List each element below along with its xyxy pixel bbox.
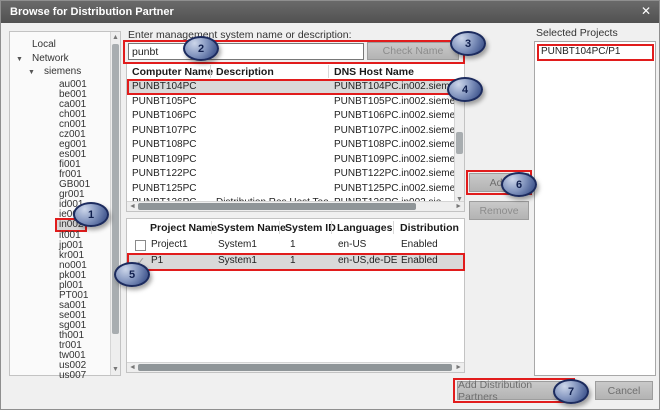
col-system-id[interactable]: System ID (285, 222, 336, 234)
computer-row[interactable]: PUNBT122PC PUNBT122PC.in002.siemens.ne (128, 167, 456, 181)
languages: en-US,de-DE (338, 254, 398, 268)
scrollbar-thumb[interactable] (138, 203, 416, 210)
management-system-label: Enter management system name or descript… (128, 29, 352, 41)
column-divider (211, 221, 212, 234)
callout-6: 6 (501, 172, 537, 197)
project-row-selected[interactable]: ✓ P1 System1 1 en-US,de-DE Enabled (128, 254, 464, 270)
col-dns-host-name[interactable]: DNS Host Name (334, 66, 414, 78)
dialog-title: Browse for Distribution Partner (1, 6, 174, 18)
computer-row[interactable]: PUNBT105PC PUNBT105PC.in002.siemens.ne (128, 95, 456, 109)
computers-horizontal-scrollbar[interactable]: ◄ ► (127, 201, 464, 211)
tree-node-network[interactable]: Network (32, 53, 69, 64)
col-system-name[interactable]: System Name (217, 222, 286, 234)
languages: en-US (338, 238, 393, 252)
computer-dns: PUNBT109PC.in002.siemens.ne (334, 153, 454, 167)
computers-table: Computer Name Description DNS Host Name … (126, 62, 465, 212)
computer-row[interactable]: PUNBT108PC PUNBT108PC.in002.siemens.ne (128, 138, 456, 152)
check-name-button[interactable]: Check Name (367, 42, 459, 60)
system-id: 1 (290, 254, 320, 268)
dialog-browse-distribution-partner: Browse for Distribution Partner ✕ Local … (0, 0, 660, 410)
tree-node-local[interactable]: Local (32, 39, 56, 50)
scroll-left-icon[interactable]: ◄ (129, 364, 136, 371)
computer-name: PUNBT108PC (132, 138, 212, 152)
computer-name: PUNBT105PC (132, 95, 212, 109)
scroll-right-icon[interactable]: ► (455, 203, 462, 210)
scrollbar-thumb[interactable] (112, 44, 119, 334)
computer-dns: PUNBT106PC.in002.siemens.ne (334, 109, 454, 123)
scroll-right-icon[interactable]: ► (455, 364, 462, 371)
computer-row[interactable]: PUNBT107PC PUNBT107PC.in002.siemens.ne (128, 124, 456, 138)
col-distribution[interactable]: Distribution (400, 222, 459, 234)
selected-project-text: PUNBT104PC/P1 (541, 45, 653, 59)
col-description[interactable]: Description (216, 66, 274, 78)
computer-dns: PUNBT122PC.in002.siemens.ne (334, 167, 454, 181)
column-divider (331, 221, 332, 234)
scrollbar-thumb[interactable] (138, 364, 452, 371)
callout-5: 5 (114, 262, 150, 287)
selected-project-item[interactable]: PUNBT104PC/P1 (537, 45, 653, 60)
projects-table: Project Name System Name System ID Langu… (126, 218, 465, 373)
computer-name: PUNBT106PC (132, 109, 212, 123)
computer-dns: PUNBT108PC.in002.siemens.ne (334, 138, 454, 152)
computer-dns: PUNBT125PC.in002.siemens.ne (334, 182, 454, 196)
network-tree-panel: Local ▼ Network ▼ siemens au001 be001 ca… (9, 31, 121, 376)
computer-row-selected[interactable]: PUNBT104PC PUNBT104PC.in002.siemens.ne (128, 80, 456, 94)
system-name: System1 (218, 238, 278, 252)
collapse-arrow-icon[interactable]: ▼ (28, 69, 35, 76)
projects-horizontal-scrollbar[interactable]: ◄ ► (127, 362, 464, 372)
project-name: Project1 (151, 238, 211, 252)
callout-2: 2 (183, 36, 219, 61)
col-computer-name[interactable]: Computer Name (132, 66, 213, 78)
close-icon[interactable]: ✕ (641, 4, 651, 18)
callout-3: 3 (450, 31, 486, 56)
computer-dns: PUNBT104PC.in002.siemens.ne (334, 80, 454, 94)
column-divider (279, 221, 280, 234)
title-bar[interactable]: Browse for Distribution Partner ✕ (1, 1, 659, 23)
computer-name: PUNBT107PC (132, 124, 212, 138)
col-project-name[interactable]: Project Name (150, 222, 217, 234)
computer-row[interactable]: PUNBT109PC PUNBT109PC.in002.siemens.ne (128, 153, 456, 167)
remove-button[interactable]: Remove (469, 201, 529, 220)
management-system-input[interactable] (128, 43, 364, 60)
col-languages[interactable]: Languages (337, 222, 392, 234)
collapse-arrow-icon[interactable]: ▼ (16, 56, 23, 63)
scroll-down-icon[interactable]: ▼ (112, 366, 119, 373)
scrollbar-thumb[interactable] (456, 132, 463, 154)
callout-1: 1 (73, 202, 109, 227)
callout-4: 4 (447, 77, 483, 102)
scroll-left-icon[interactable]: ◄ (129, 203, 136, 210)
project-row[interactable]: Project1 System1 1 en-US Enabled (128, 238, 464, 253)
callout-7: 7 (553, 379, 589, 404)
selected-projects-list: PUNBT104PC/P1 (534, 41, 656, 376)
column-divider (328, 65, 329, 78)
cancel-button[interactable]: Cancel (595, 381, 653, 400)
distribution: Enabled (401, 238, 456, 252)
computer-name: PUNBT122PC (132, 167, 212, 181)
system-name: System1 (218, 254, 278, 268)
column-divider (210, 65, 211, 78)
computer-name: PUNBT125PC (132, 182, 212, 196)
scroll-up-icon[interactable]: ▲ (112, 34, 119, 41)
computer-row[interactable]: PUNBT106PC PUNBT106PC.in002.siemens.ne (128, 109, 456, 123)
tree-item[interactable]: us007 (57, 371, 88, 381)
column-divider (393, 221, 394, 234)
tree-node-siemens[interactable]: siemens (44, 66, 81, 77)
computer-dns: PUNBT107PC.in002.siemens.ne (334, 124, 454, 138)
project-name: P1 (151, 254, 211, 268)
project-checkbox[interactable] (135, 240, 146, 251)
selected-projects-label: Selected Projects (536, 27, 618, 39)
distribution: Enabled (401, 254, 456, 268)
computer-name: PUNBT109PC (132, 153, 212, 167)
computer-dns: PUNBT105PC.in002.siemens.ne (334, 95, 454, 109)
computer-row[interactable]: PUNBT125PC PUNBT125PC.in002.siemens.ne (128, 182, 456, 196)
computer-name: PUNBT104PC (132, 80, 212, 94)
system-id: 1 (290, 238, 320, 252)
tree-vertical-scrollbar[interactable]: ▲ ▼ (110, 32, 120, 375)
